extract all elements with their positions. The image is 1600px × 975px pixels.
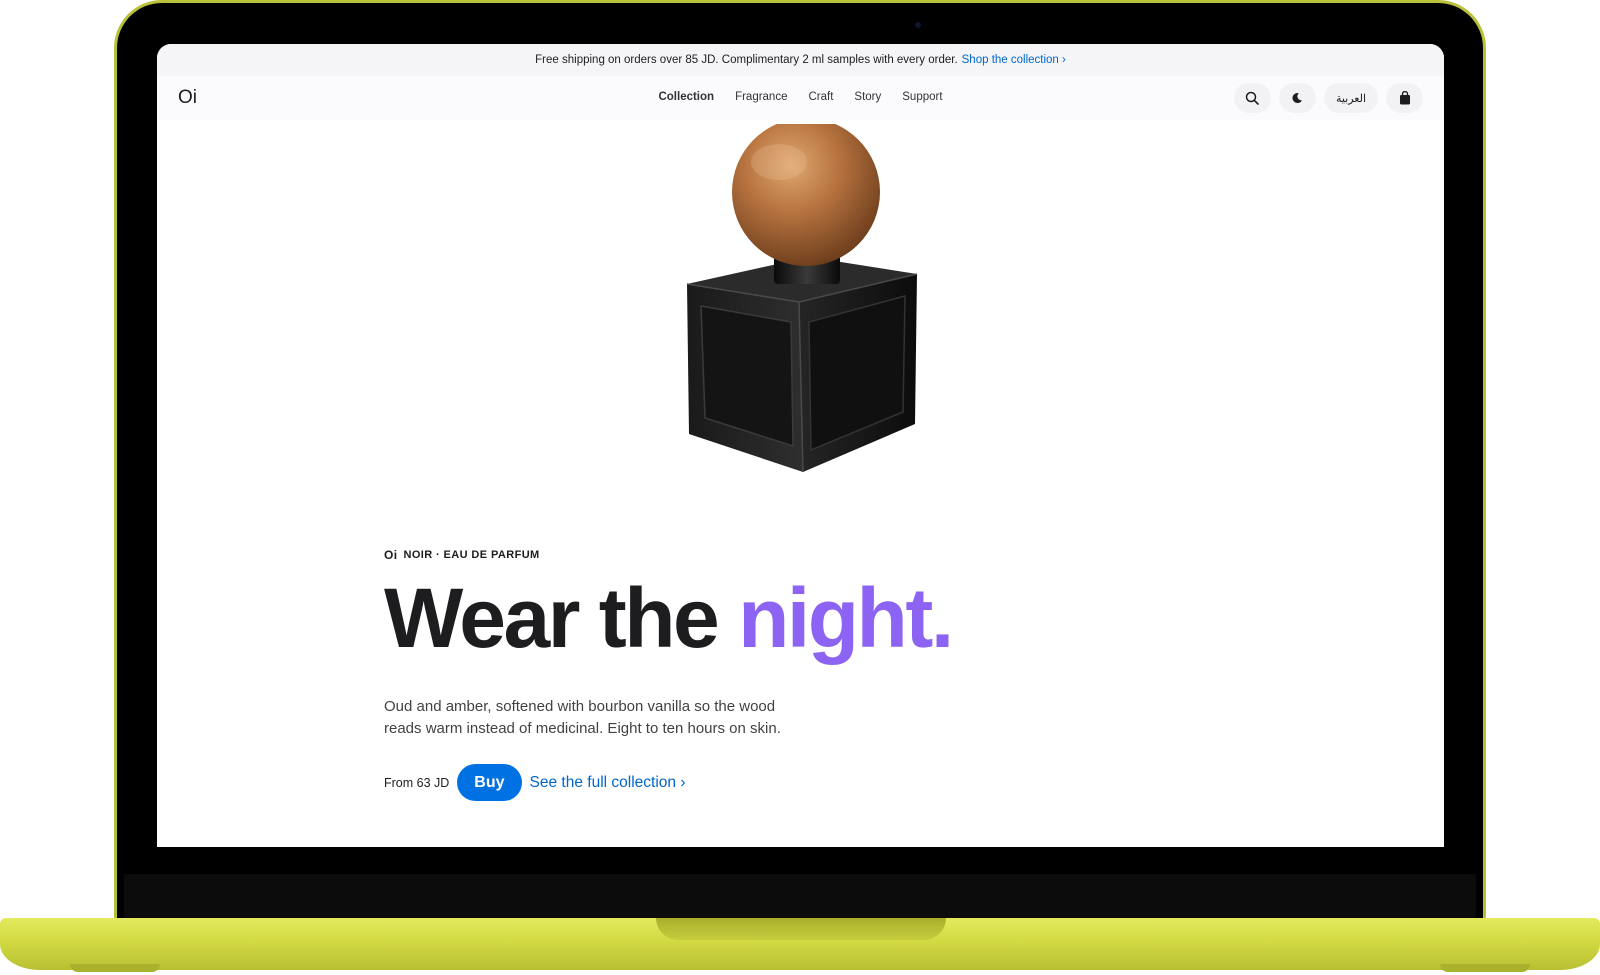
screen: Free shipping on orders over 85 JD. Comp… — [157, 44, 1444, 847]
bag-icon — [1399, 91, 1410, 105]
hero-section: Oi NOIR · EAU DE PARFUM Wear the night. … — [384, 548, 954, 801]
hero-headline: Wear the night. — [384, 576, 954, 660]
full-collection-link[interactable]: See the full collection › — [530, 774, 686, 792]
search-button[interactable] — [1233, 83, 1271, 113]
nav-support[interactable]: Support — [902, 91, 942, 103]
laptop-bezel-bottom — [124, 874, 1476, 920]
nav-craft[interactable]: Craft — [808, 91, 833, 103]
laptop-foot-right — [1440, 964, 1530, 972]
brand-mark: Oi — [384, 548, 398, 562]
global-nav: Oi Collection Fragrance Craft Story Supp… — [157, 76, 1444, 120]
hero-description: Oud and amber, softened with bourbon van… — [384, 698, 781, 737]
nav-actions: العربية — [1233, 83, 1423, 113]
bag-button[interactable] — [1386, 83, 1423, 113]
theme-toggle-button[interactable] — [1278, 83, 1316, 113]
camera-dot — [915, 22, 921, 28]
price-label: From 63 JD — [384, 775, 450, 790]
nav-collection[interactable]: Collection — [658, 91, 714, 103]
product-eyebrow: Oi NOIR · EAU DE PARFUM — [384, 548, 952, 562]
cta-row: From 63 JD Buy See the full collection › — [384, 764, 952, 801]
search-icon — [1246, 91, 1260, 105]
laptop-notch — [656, 918, 946, 940]
promo-text: Free shipping on orders over 85 JD. Comp… — [535, 54, 958, 66]
headline-main: Wear the — [384, 571, 720, 665]
language-button[interactable]: العربية — [1323, 83, 1378, 113]
eyebrow-text: NOIR · EAU DE PARFUM — [403, 549, 540, 561]
nav-fragrance[interactable]: Fragrance — [735, 91, 787, 103]
promo-banner: Free shipping on orders over 85 JD. Comp… — [157, 44, 1444, 76]
buy-button[interactable]: Buy — [457, 764, 522, 801]
promo-shop-link[interactable]: Shop the collection › — [962, 54, 1066, 66]
headline-accent: night. — [738, 571, 954, 665]
moon-icon — [1292, 93, 1303, 104]
nav-story[interactable]: Story — [854, 91, 881, 103]
laptop-foot-left — [70, 964, 160, 972]
perfume-bottle-image — [686, 124, 918, 473]
